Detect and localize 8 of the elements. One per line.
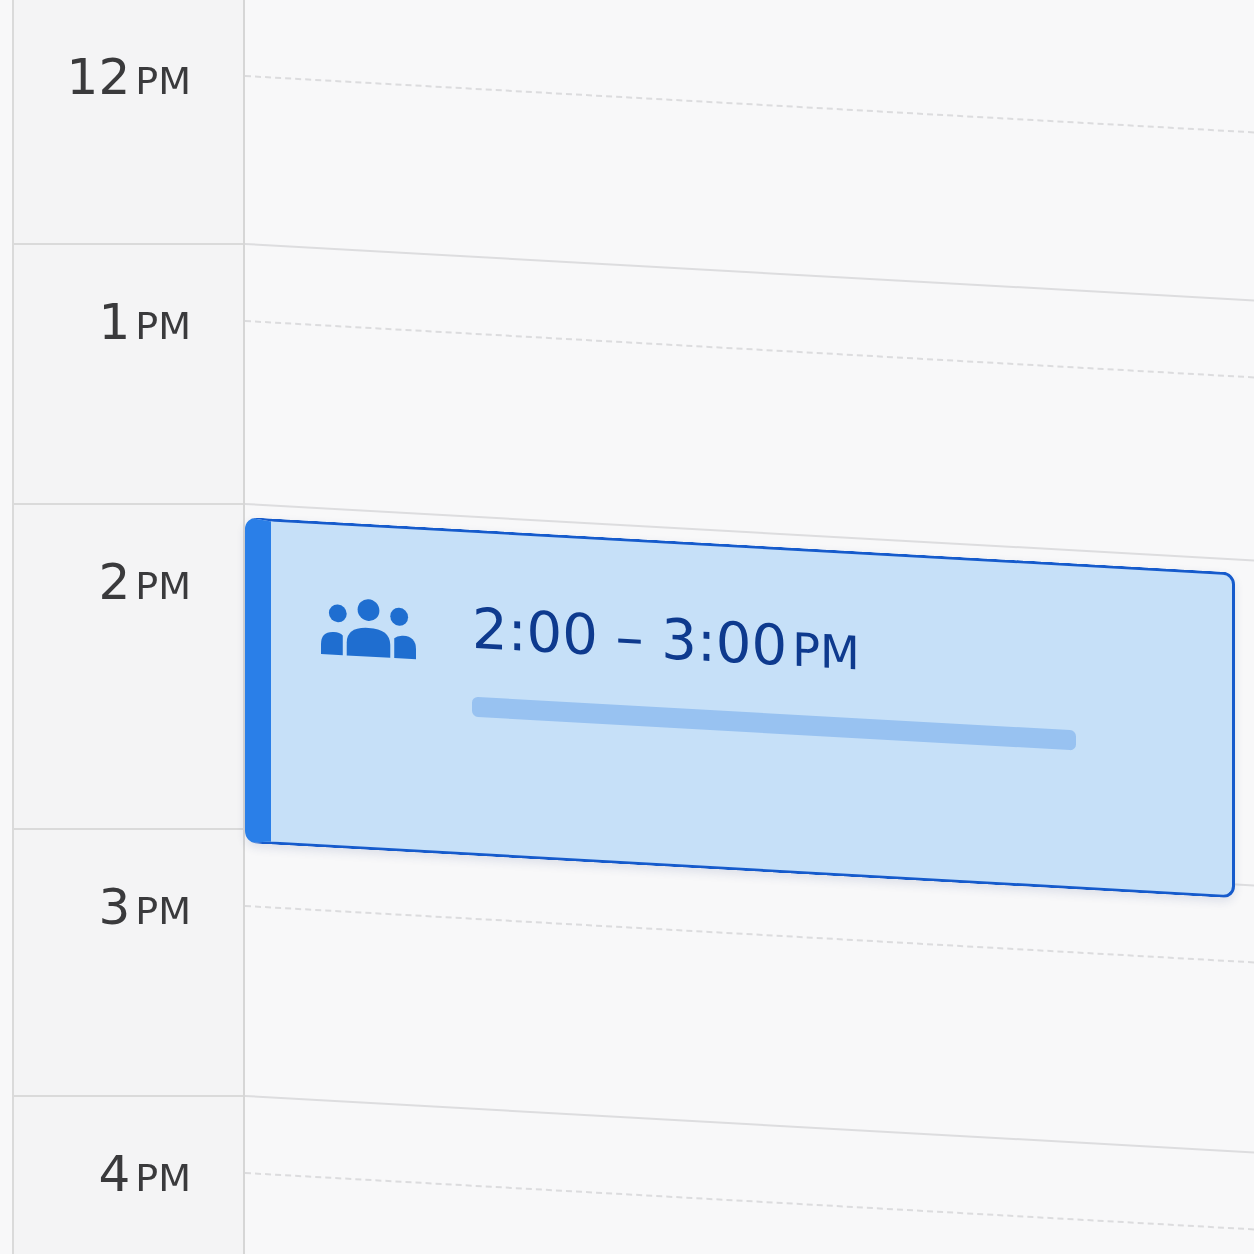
hour-label: 1 PM (98, 297, 191, 353)
event-time: 2:00 – 3:00 PM (472, 600, 860, 679)
hour-label: 4 PM (98, 1149, 191, 1205)
hour-label: 3 PM (98, 882, 191, 938)
people-icon (321, 596, 416, 662)
hour-label: 2 PM (98, 557, 191, 613)
event-card[interactable]: 2:00 – 3:00 PM (245, 517, 1235, 899)
hour-label: 12 PM (66, 52, 191, 108)
